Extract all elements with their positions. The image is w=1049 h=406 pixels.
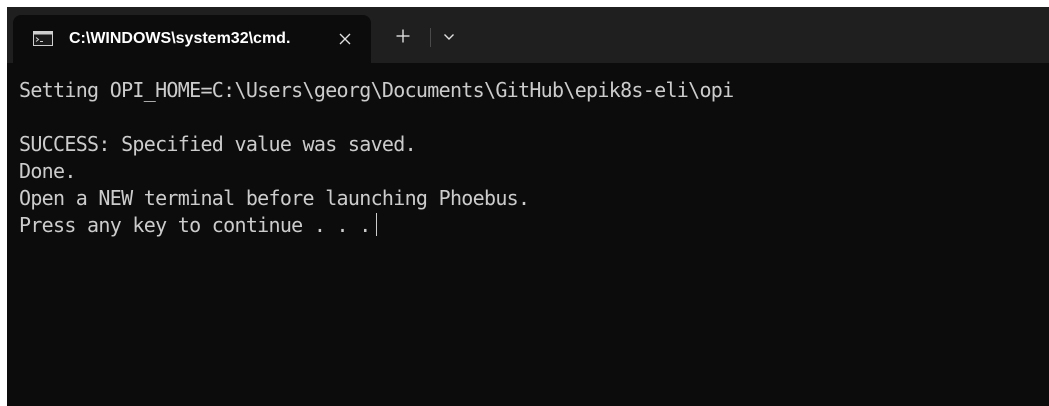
terminal-line: Open a NEW terminal before launching Pho… bbox=[19, 186, 530, 210]
chevron-down-icon[interactable] bbox=[437, 25, 461, 49]
terminal-prompt-line: Press any key to continue . . . bbox=[19, 212, 1039, 239]
tab-cmd[interactable]: C:\WINDOWS\system32\cmd. bbox=[13, 15, 371, 63]
tab-bar: C:\WINDOWS\system32\cmd. bbox=[7, 7, 1049, 63]
tab-title: C:\WINDOWS\system32\cmd. bbox=[69, 30, 291, 47]
text-cursor bbox=[375, 213, 377, 236]
terminal-line: Press any key to continue . . . bbox=[19, 213, 371, 237]
terminal-output[interactable]: Setting OPI_HOME=C:\Users\georg\Document… bbox=[19, 77, 1039, 239]
terminal-window: C:\WINDOWS\system32\cmd. Setting OPI_HOM… bbox=[7, 7, 1049, 406]
toolbar-divider bbox=[430, 28, 431, 47]
close-icon[interactable] bbox=[333, 27, 357, 51]
plus-icon[interactable] bbox=[391, 24, 415, 48]
terminal-line: SUCCESS: Specified value was saved. bbox=[19, 132, 417, 156]
cmd-icon bbox=[33, 31, 53, 46]
terminal-line: Setting OPI_HOME=C:\Users\georg\Document… bbox=[19, 78, 734, 102]
terminal-line: Done. bbox=[19, 159, 76, 183]
